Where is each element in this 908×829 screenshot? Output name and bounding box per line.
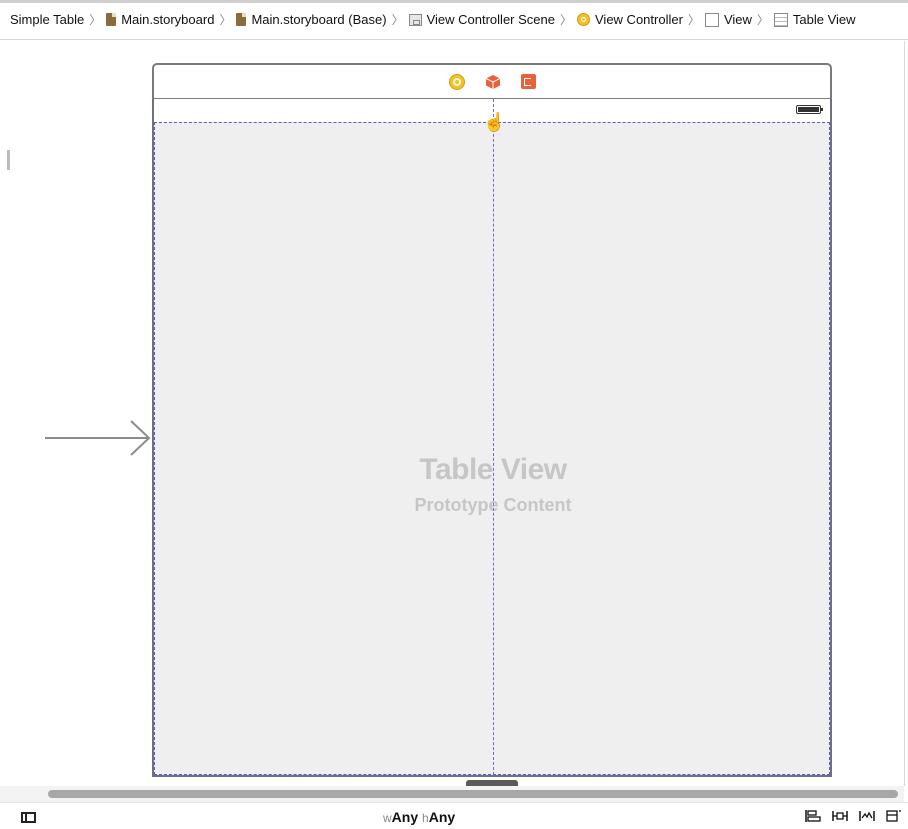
breadcrumb-label: Simple Table [10, 12, 85, 27]
breadcrumb-item-view-controller[interactable]: View Controller [577, 12, 683, 27]
pin-icon[interactable] [832, 809, 848, 823]
size-class-h-value: Any [428, 809, 456, 825]
initial-view-controller-arrow-icon[interactable] [45, 418, 155, 458]
first-responder-icon[interactable] [485, 74, 501, 90]
view-controller-frame[interactable]: Table View Prototype Content [152, 99, 832, 777]
view-controller-icon [577, 13, 590, 26]
storyboard-file-icon [236, 13, 247, 26]
canvas-edge-marker [7, 150, 10, 170]
size-class-h-prefix: h [422, 811, 429, 825]
size-class-w-value: Any [391, 809, 419, 825]
breadcrumb-label: Main.storyboard [121, 12, 215, 27]
breadcrumb-item-project[interactable]: Simple Table [10, 12, 84, 27]
breadcrumb-separator: 〉 [756, 13, 769, 27]
breadcrumb-label: Table View [792, 12, 856, 27]
breadcrumb-separator: 〉 [89, 13, 102, 27]
breadcrumb-separator: 〉 [559, 13, 572, 27]
breadcrumb-label: View Controller [595, 12, 683, 27]
breadcrumb-separator: 〉 [219, 13, 232, 27]
toolbar-shadow [0, 0, 908, 3]
hand-cursor-icon: ☝ [483, 112, 506, 132]
breadcrumb-label: View [723, 12, 752, 27]
breadcrumb-item-storyboard-base[interactable]: Main.storyboard (Base) [236, 12, 387, 27]
breadcrumb-label: View Controller Scene [426, 12, 555, 27]
table-view[interactable]: Table View Prototype Content [154, 122, 830, 775]
table-view-icon [773, 12, 788, 27]
breadcrumb-item-table-view[interactable]: Table View [773, 12, 856, 27]
canvas-right-border [904, 41, 905, 786]
horizontal-scrollbar-thumb[interactable] [48, 790, 898, 798]
breadcrumb-label: Main.storyboard (Base) [251, 12, 387, 27]
exit-icon[interactable] [520, 74, 536, 89]
battery-icon [796, 105, 823, 114]
view-controller-icon[interactable] [448, 73, 465, 90]
breadcrumb-item-view[interactable]: View [704, 12, 752, 27]
resizing-behavior-icon[interactable] [886, 809, 902, 823]
scene-dock[interactable] [152, 63, 832, 99]
center-alignment-guide [493, 99, 494, 775]
size-class-w-prefix: w [383, 811, 392, 825]
align-icon[interactable] [805, 809, 821, 823]
breadcrumb-item-storyboard[interactable]: Main.storyboard [106, 12, 214, 27]
document-outline-toggle-icon[interactable] [21, 812, 36, 823]
size-class-selector[interactable]: wAny hAny [383, 809, 455, 825]
storyboard-file-icon [106, 13, 117, 26]
breadcrumb-separator: 〉 [391, 13, 404, 27]
auto-layout-tools [805, 809, 902, 823]
breadcrumb-item-scene[interactable]: View Controller Scene [408, 12, 555, 27]
breadcrumb-separator: 〉 [687, 13, 700, 27]
breadcrumb-bar: Simple Table 〉 Main.storyboard 〉 Main.st… [0, 0, 908, 40]
view-icon [704, 12, 719, 27]
scene-icon [408, 13, 422, 26]
bottom-toolbar: wAny hAny [0, 802, 908, 829]
resolve-issues-icon[interactable] [859, 809, 875, 823]
